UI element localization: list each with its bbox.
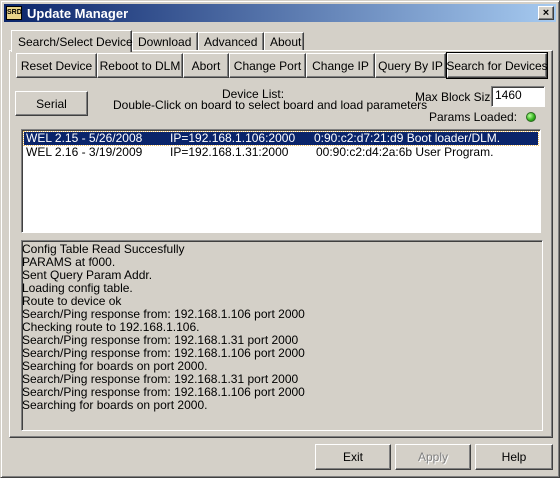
app-icon: SRD: [6, 6, 22, 20]
exit-button[interactable]: Exit: [315, 444, 391, 470]
device-name: WEL 2.16 - 3/19/2009: [26, 145, 143, 159]
params-loaded-label: Params Loaded:: [429, 110, 518, 124]
device-row[interactable]: WEL 2.16 - 3/19/2009 IP=192.168.1.31:200…: [24, 146, 538, 159]
change-port-button[interactable]: Change Port: [229, 53, 306, 78]
close-button[interactable]: ×: [538, 6, 554, 20]
tab-download[interactable]: Download: [132, 32, 198, 50]
abort-button[interactable]: Abort: [183, 53, 229, 78]
reboot-to-dlm-button[interactable]: Reboot to DLM: [97, 53, 183, 78]
device-info: 00:90:c2:d4:2a:6b User Program.: [316, 145, 494, 159]
help-button[interactable]: Help: [475, 444, 553, 470]
device-ip: IP=192.168.1.106:2000: [170, 131, 296, 145]
reset-device-button[interactable]: Reset Device: [16, 53, 97, 78]
apply-button[interactable]: Apply: [395, 444, 471, 470]
log-line: Searching for boards on port 2000.: [22, 398, 208, 412]
device-ip: IP=192.168.1.31:2000: [170, 145, 289, 159]
max-block-size-input[interactable]: 1460: [491, 86, 545, 107]
change-ip-button[interactable]: Change IP: [306, 53, 375, 78]
tab-search-select-device[interactable]: Search/Select Device: [11, 30, 133, 52]
device-list-hint: Double-Click on board to select board an…: [113, 98, 428, 112]
params-loaded-indicator: [526, 112, 536, 122]
update-manager-window: SRD Update Manager × Search/Select Devic…: [0, 0, 560, 478]
tab-advanced[interactable]: Advanced: [198, 32, 264, 50]
close-icon: ×: [542, 6, 550, 19]
window-title: Update Manager: [27, 5, 129, 21]
tab-about[interactable]: About: [264, 32, 304, 50]
search-for-devices-button[interactable]: Search for Devices: [446, 52, 548, 79]
max-block-size-label: Max Block Size: [415, 90, 498, 104]
serial-button[interactable]: Serial: [15, 91, 88, 116]
query-by-ip-button[interactable]: Query By IP: [375, 53, 446, 78]
device-info: 0:90:c2:d7:21:d9 Boot loader/DLM.: [314, 131, 501, 145]
status-log[interactable]: Config Table Read Succesfully PARAMS at …: [21, 240, 543, 431]
device-row[interactable]: WEL 2.15 - 5/26/2008 IP=192.168.1.106:20…: [23, 131, 539, 146]
device-name: WEL 2.15 - 5/26/2008: [26, 131, 143, 145]
title-bar[interactable]: SRD Update Manager ×: [4, 4, 556, 22]
device-list[interactable]: WEL 2.15 - 5/26/2008 IP=192.168.1.106:20…: [21, 129, 541, 233]
